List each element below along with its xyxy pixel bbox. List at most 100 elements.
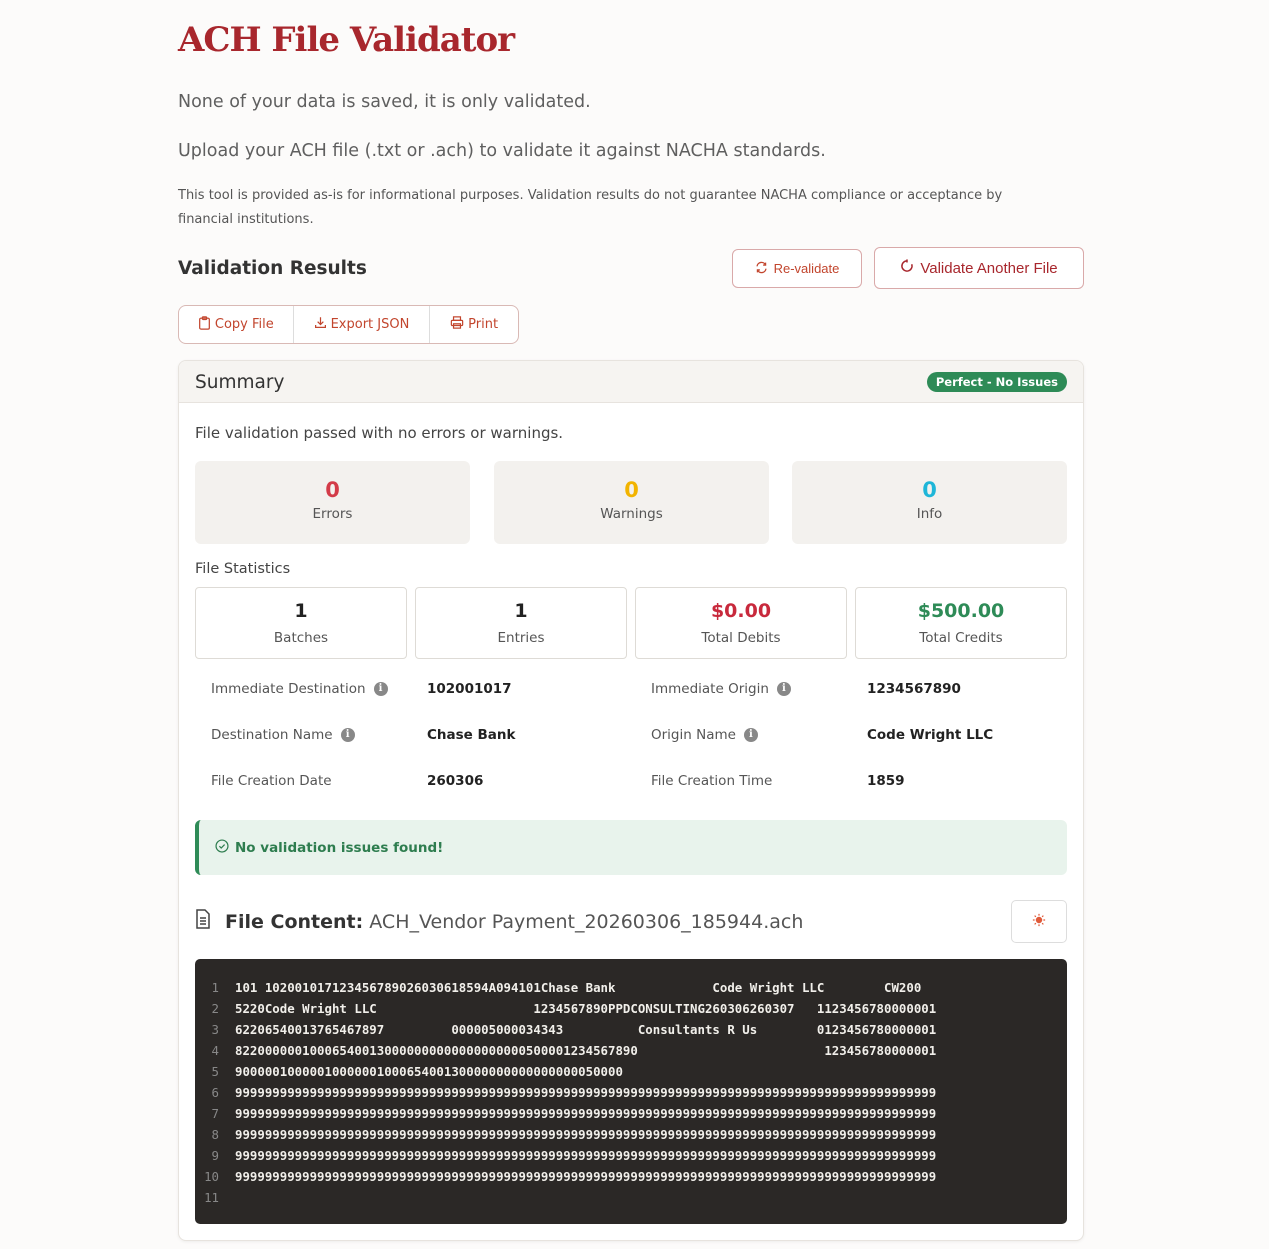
success-message: No validation issues found!: [235, 839, 444, 856]
print-button[interactable]: Print: [430, 306, 518, 343]
immediate-destination-value: 102001017: [427, 681, 512, 697]
line-number: 5: [211, 1064, 219, 1079]
code-line: 8 999999999999999999999999999999999999999…: [195, 1124, 1067, 1145]
detail-label-text: Destination Name: [211, 727, 333, 743]
line-text: 101 102001017123456789026030618594A09410…: [235, 980, 922, 995]
line-number: 11: [204, 1190, 219, 1205]
line-text: 5220Code Wright LLC 1234567890PPDCONSULT…: [235, 1001, 937, 1016]
stat-value: 1: [514, 600, 528, 622]
stat-label: Entries: [497, 630, 545, 646]
origin-name-label: Origin Name i: [651, 727, 758, 743]
validate-another-label: Validate Another File: [920, 259, 1058, 277]
download-icon: [314, 316, 327, 333]
stat-label: Total Credits: [919, 630, 1003, 646]
file-content-label: File Content:: [225, 910, 364, 933]
summary-title: Summary: [195, 372, 285, 393]
file-creation-date-label: File Creation Date: [211, 773, 332, 789]
line-text: 62206540013765467897 000005000034343 Con…: [235, 1022, 937, 1037]
warnings-count-box: 0 Warnings: [494, 461, 769, 544]
file-content-heading: File Content: ACH_Vendor Payment_2026030…: [195, 909, 803, 934]
info-icon[interactable]: i: [340, 728, 355, 742]
errors-label: Errors: [312, 506, 353, 522]
warnings-label: Warnings: [600, 506, 663, 522]
detail-label-text: File Creation Time: [651, 773, 773, 789]
code-line: 1 101 102001017123456789026030618594A0941…: [195, 977, 1067, 998]
revalidate-label: Re-validate: [773, 261, 840, 276]
line-number: 3: [211, 1022, 219, 1037]
stat-value: $500.00: [917, 600, 1005, 622]
destination-name-label: Destination Name i: [211, 727, 355, 743]
line-text: 9999999999999999999999999999999999999999…: [235, 1148, 937, 1163]
rotate-icon: [900, 259, 914, 277]
info-count-box: 0 Info: [792, 461, 1067, 544]
validate-another-button[interactable]: Validate Another File: [874, 247, 1084, 289]
copy-file-label: Copy File: [214, 317, 274, 332]
privacy-note: None of your data is saved, it is only v…: [178, 92, 591, 112]
success-alert: No validation issues found!: [195, 820, 1067, 875]
stat-entries: 1 Entries: [415, 587, 627, 659]
disclaimer: This tool is provided as-is for informat…: [178, 188, 1003, 227]
code-line: 4 822000000100065400130000000000000000000…: [195, 1040, 1067, 1061]
immediate-origin-value: 1234567890: [867, 681, 961, 697]
stat-value: 1: [294, 600, 308, 622]
detail-label-text: Immediate Destination: [211, 681, 366, 697]
print-label: Print: [468, 317, 499, 332]
errors-count: 0: [325, 478, 340, 502]
summary-card: Summary Perfect - No Issues File validat…: [178, 360, 1084, 1241]
code-line: 11: [195, 1187, 1067, 1208]
immediate-destination-label: Immediate Destination i: [211, 681, 388, 697]
summary-header: Summary Perfect - No Issues: [179, 361, 1083, 403]
line-text: 9000001000001000000100065400130000000000…: [235, 1064, 623, 1079]
line-number: 2: [211, 1001, 219, 1016]
stat-value: $0.00: [710, 600, 772, 622]
document-icon: [195, 909, 211, 934]
info-icon[interactable]: i: [776, 682, 791, 696]
upload-instructions: Upload your ACH file (.txt or .ach) to v…: [178, 141, 826, 161]
errors-count-box: 0 Errors: [195, 461, 470, 544]
detail-label-text: File Creation Date: [211, 773, 332, 789]
line-number: 1: [211, 980, 219, 995]
line-number: 6: [211, 1085, 219, 1100]
file-content-code: 1 101 102001017123456789026030618594A0941…: [195, 959, 1067, 1224]
destination-name-value: Chase Bank: [427, 727, 516, 743]
check-circle-icon: [215, 838, 229, 857]
stat-total-debits: $0.00 Total Debits: [635, 587, 847, 659]
stat-batches: 1 Batches: [195, 587, 407, 659]
code-line: 3 62206540013765467897 000005000034343 Co…: [195, 1019, 1067, 1040]
line-number: 7: [211, 1106, 219, 1121]
file-statistics-title: File Statistics: [195, 561, 291, 577]
refresh-icon: [755, 261, 768, 277]
detail-label-text: Origin Name: [651, 727, 736, 743]
code-line: 2 5220Code Wright LLC 1234567890PPDCONSUL…: [195, 998, 1067, 1019]
info-icon[interactable]: i: [373, 682, 388, 696]
theme-toggle-button[interactable]: [1011, 900, 1067, 943]
export-json-label: Export JSON: [330, 317, 410, 332]
code-line: 6 999999999999999999999999999999999999999…: [195, 1082, 1067, 1103]
stat-label: Total Debits: [701, 630, 781, 646]
line-number: 8: [211, 1127, 219, 1142]
line-text: 9999999999999999999999999999999999999999…: [235, 1085, 937, 1100]
export-json-button[interactable]: Export JSON: [294, 306, 431, 343]
file-actions-group: Copy File Export JSON Print: [178, 305, 519, 344]
code-line: 10 99999999999999999999999999999999999999…: [195, 1166, 1067, 1187]
code-line: 7 999999999999999999999999999999999999999…: [195, 1103, 1067, 1124]
info-count: 0: [922, 478, 937, 502]
revalidate-button[interactable]: Re-validate: [732, 249, 862, 288]
info-icon[interactable]: i: [743, 728, 758, 742]
validation-message: File validation passed with no errors or…: [195, 424, 564, 442]
immediate-origin-label: Immediate Origin i: [651, 681, 791, 697]
line-text: 8220000001000654001300000000000000000005…: [235, 1043, 937, 1058]
file-creation-time-label: File Creation Time: [651, 773, 772, 789]
page-title: ACH File Validator: [178, 20, 515, 60]
warnings-count: 0: [624, 478, 639, 502]
stat-label: Batches: [273, 630, 329, 646]
info-label: Info: [916, 506, 943, 522]
line-number: 4: [211, 1043, 219, 1058]
line-text: 9999999999999999999999999999999999999999…: [235, 1106, 937, 1121]
line-text: 9999999999999999999999999999999999999999…: [235, 1127, 937, 1142]
file-creation-date-value: 260306: [427, 773, 484, 789]
copy-file-button[interactable]: Copy File: [179, 306, 294, 343]
line-number: 10: [204, 1169, 219, 1184]
file-name: ACH_Vendor Payment_20260306_185944.ach: [369, 910, 804, 933]
code-line: 5 900000100000100000010006540013000000000…: [195, 1061, 1067, 1082]
